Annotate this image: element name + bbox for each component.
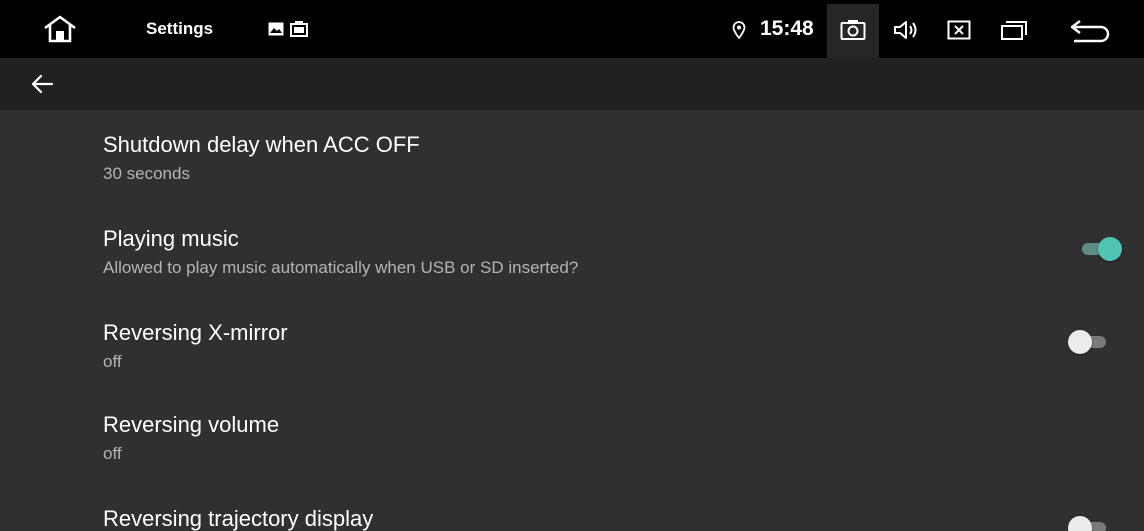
pref-reversing-volume[interactable]: Reversing volume off [0, 390, 1144, 484]
pref-title: Reversing volume [103, 412, 280, 437]
preferences-list: Shutdown delay when ACC OFF 30 seconds P… [0, 110, 1144, 531]
pref-reversing-trajectory[interactable]: Reversing trajectory display [0, 484, 1144, 531]
status-title: Settings [146, 19, 214, 38]
pref-shutdown-delay[interactable]: Shutdown delay when ACC OFF 30 seconds [0, 110, 1144, 204]
image-icon [268, 22, 284, 36]
pref-title: Reversing trajectory display [103, 506, 374, 531]
back-return-icon[interactable] [1068, 19, 1112, 43]
camera-icon[interactable] [840, 19, 866, 41]
reversing-x-mirror-switch[interactable] [1068, 327, 1114, 357]
recent-apps-icon[interactable] [1000, 19, 1028, 41]
home-icon[interactable] [42, 14, 78, 44]
app-bar [0, 58, 1144, 110]
pref-playing-music[interactable]: Playing music Allowed to play music auto… [0, 204, 1144, 298]
pref-summary: Allowed to play music automatically when… [103, 258, 579, 277]
pref-summary: off [103, 444, 122, 463]
volume-icon[interactable] [893, 19, 921, 41]
clock-time: 15:48 [760, 17, 814, 40]
pref-title: Playing music [103, 226, 239, 251]
switch-thumb [1068, 330, 1092, 354]
reversing-trajectory-switch[interactable] [1068, 513, 1114, 531]
pref-summary: 30 seconds [103, 164, 190, 183]
status-bar: Settings 15:48 [0, 0, 1144, 58]
switch-thumb [1068, 516, 1092, 531]
playing-music-switch[interactable] [1076, 234, 1122, 264]
switch-thumb [1098, 237, 1122, 261]
close-box-icon[interactable] [947, 20, 971, 40]
pref-summary: off [103, 352, 122, 371]
gallery-icon [290, 21, 308, 37]
pref-reversing-x-mirror[interactable]: Reversing X-mirror off [0, 298, 1144, 390]
pref-title: Shutdown delay when ACC OFF [103, 132, 420, 157]
arrow-left-icon[interactable] [28, 72, 56, 96]
location-pin-icon [732, 21, 746, 39]
pref-title: Reversing X-mirror [103, 320, 288, 345]
